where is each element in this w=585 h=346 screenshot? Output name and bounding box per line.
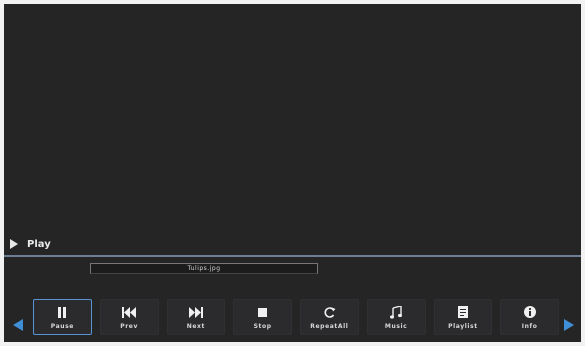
prev-button[interactable]: Prev xyxy=(99,299,159,335)
stop-label: Stop xyxy=(253,323,272,330)
info-icon xyxy=(523,305,536,319)
info-label: Info xyxy=(521,323,538,330)
info-button[interactable]: Info xyxy=(500,299,559,335)
next-button[interactable]: Next xyxy=(166,299,226,335)
music-button[interactable]: Music xyxy=(366,299,426,335)
stop-button[interactable]: Stop xyxy=(233,299,292,335)
control-bar: Pause Prev Next Stop RepeatAll Music Pla… xyxy=(33,299,559,335)
pause-icon xyxy=(57,305,67,319)
repeat-icon xyxy=(323,305,336,319)
playback-status: Play xyxy=(10,237,51,251)
scroll-right-icon[interactable] xyxy=(564,319,574,331)
stop-icon xyxy=(258,305,268,319)
repeat-all-label: RepeatAll xyxy=(310,323,349,330)
play-icon xyxy=(10,239,18,249)
file-name: Tulips.jpg xyxy=(187,265,221,272)
playlist-button[interactable]: Playlist xyxy=(433,299,493,335)
prev-label: Prev xyxy=(120,323,138,330)
scroll-left-icon[interactable] xyxy=(13,319,23,331)
file-name-bar: Tulips.jpg xyxy=(90,263,318,274)
next-label: Next xyxy=(186,323,205,330)
playback-status-label: Play xyxy=(27,238,51,250)
music-label: Music xyxy=(384,323,408,330)
music-icon xyxy=(390,305,403,319)
playlist-label: Playlist xyxy=(448,323,478,330)
prev-icon xyxy=(122,305,137,319)
divider xyxy=(4,255,581,257)
pause-button[interactable]: Pause xyxy=(33,299,92,335)
media-player-screen: Play Tulips.jpg Pause Prev Next Stop Rep… xyxy=(4,4,581,342)
pause-label: Pause xyxy=(50,323,74,330)
repeat-all-button[interactable]: RepeatAll xyxy=(300,299,359,335)
next-icon xyxy=(188,305,203,319)
playlist-icon xyxy=(457,305,468,319)
